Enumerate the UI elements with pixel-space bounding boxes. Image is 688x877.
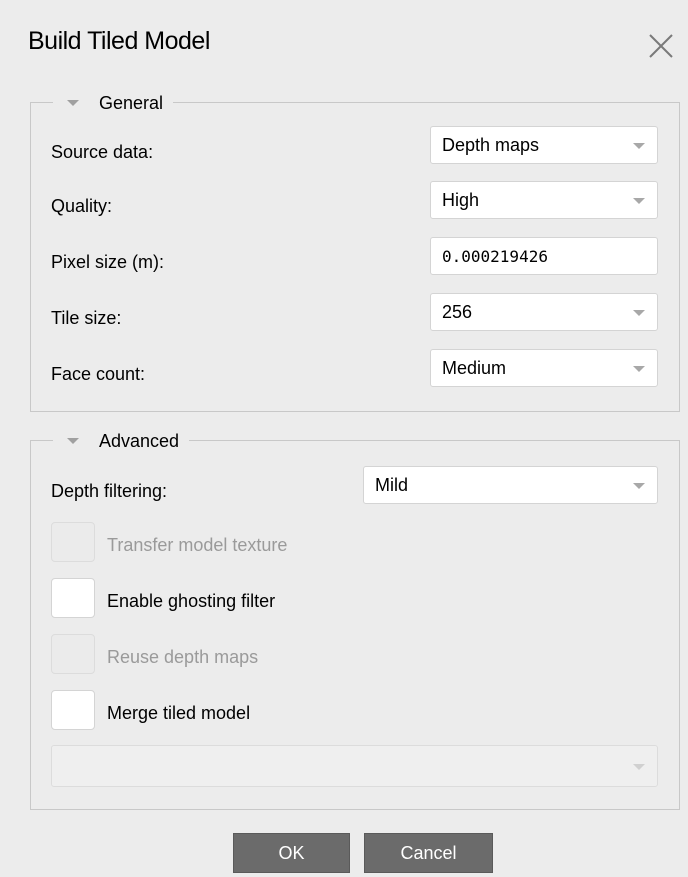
- depth-filtering-value: Mild: [375, 474, 409, 495]
- dialog-title: Build Tiled Model: [28, 27, 210, 55]
- chevron-down-icon: [633, 143, 645, 149]
- collapse-triangle-icon: [67, 438, 79, 444]
- depth-filtering-label: Depth filtering:: [51, 481, 168, 501]
- merge-tiled-label: Merge tiled model: [107, 703, 251, 723]
- ghosting-filter-label: Enable ghosting filter: [107, 591, 276, 611]
- transfer-texture-label: Transfer model texture: [107, 535, 288, 555]
- tile-size-label: Tile size:: [51, 308, 122, 328]
- chevron-down-icon: [633, 764, 645, 770]
- quality-dropdown[interactable]: High: [430, 181, 658, 219]
- face-count-label: Face count:: [51, 364, 146, 384]
- face-count-dropdown[interactable]: Medium: [430, 349, 658, 387]
- ok-button[interactable]: OK: [233, 833, 350, 873]
- depth-filtering-dropdown[interactable]: Mild: [363, 466, 658, 504]
- pixel-size-input[interactable]: 0.000219426: [430, 237, 658, 275]
- chevron-down-icon: [633, 198, 645, 204]
- quality-value: High: [442, 189, 480, 210]
- merge-tiled-checkbox[interactable]: [51, 690, 95, 730]
- ghosting-filter-checkbox[interactable]: [51, 578, 95, 618]
- transfer-texture-checkbox[interactable]: [51, 522, 95, 562]
- source-data-value: Depth maps: [442, 134, 540, 155]
- advanced-group-title: Advanced: [99, 430, 180, 451]
- quality-label: Quality:: [51, 196, 113, 216]
- source-data-label: Source data:: [51, 142, 154, 162]
- advanced-group-header[interactable]: Advanced: [53, 428, 190, 454]
- source-data-dropdown[interactable]: Depth maps: [430, 126, 658, 164]
- close-button[interactable]: [645, 30, 677, 62]
- cancel-button[interactable]: Cancel: [364, 833, 493, 873]
- general-group-title: General: [99, 92, 164, 113]
- tile-size-dropdown[interactable]: 256: [430, 293, 658, 331]
- collapse-triangle-icon: [67, 100, 79, 106]
- dialog-titlebar: Build Tiled Model: [0, 0, 688, 92]
- general-group-header[interactable]: General: [53, 90, 174, 116]
- merge-target-dropdown[interactable]: [51, 745, 658, 787]
- chevron-down-icon: [633, 366, 645, 372]
- chevron-down-icon: [633, 310, 645, 316]
- close-icon: [649, 34, 673, 58]
- face-count-value: Medium: [442, 357, 507, 378]
- tile-size-value: 256: [442, 301, 473, 322]
- pixel-size-label: Pixel size (m):: [51, 252, 165, 272]
- pixel-size-value: 0.000219426: [442, 246, 548, 266]
- reuse-depth-checkbox[interactable]: [51, 634, 95, 674]
- reuse-depth-label: Reuse depth maps: [107, 647, 259, 667]
- chevron-down-icon: [633, 483, 645, 489]
